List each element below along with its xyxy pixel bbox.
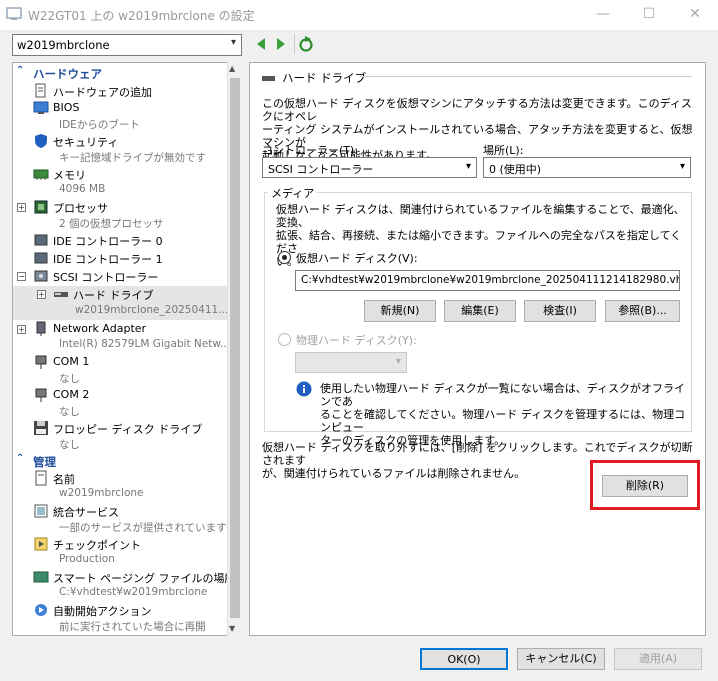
tree-item-add-hardware[interactable]: ハードウェアの追加 <box>13 83 227 99</box>
tree-item-scsi[interactable]: − SCSI コントローラー <box>13 268 227 284</box>
settings-tree: ⌃ ハードウェア ハードウェアの追加 BIOS IDEからのブート セキュリティ… <box>12 62 241 636</box>
auto-start-icon <box>33 602 49 618</box>
ide-controller-icon <box>33 232 49 248</box>
info-line: ることを確認してください。物理ハード ディスクを管理するには、物理コンピュー <box>320 408 686 434</box>
collapse-icon: ⌃ <box>16 453 25 464</box>
management-section-header[interactable]: ⌃ 管理 <box>13 453 227 469</box>
controller-value: SCSI コントローラー <box>268 163 374 176</box>
inspect-button[interactable]: 検査(I) <box>524 300 596 322</box>
chevron-down-icon: ▾ <box>679 161 685 172</box>
new-button[interactable]: 新規(N) <box>364 300 436 322</box>
shield-icon <box>33 133 49 149</box>
physical-disk-radio[interactable] <box>278 333 291 346</box>
controller-select[interactable]: SCSI コントローラー ▾ <box>262 157 477 178</box>
tree-item-floppy[interactable]: フロッピー ディスク ドライブ なし <box>13 420 227 452</box>
minimize-button[interactable]: — <box>580 0 626 30</box>
tree-item-security[interactable]: セキュリティ キー記憶域ドライブが無効です <box>13 133 227 165</box>
forward-arrow-icon[interactable] <box>274 36 288 52</box>
processor-icon <box>33 199 49 215</box>
tree-item-network-adapter[interactable]: + Network Adapter Intel(R) 82579LM Gigab… <box>13 321 230 353</box>
name-icon <box>33 470 49 486</box>
location-label: 場所(L): <box>483 144 524 157</box>
location-select[interactable]: 0 (使用中) ▾ <box>483 157 691 178</box>
tree-item-auto-start[interactable]: 自動開始アクション 前に実行されていた場合に再開 <box>13 602 227 634</box>
collapse-icon[interactable]: − <box>17 272 26 281</box>
refresh-icon[interactable] <box>294 34 316 54</box>
chevron-down-icon: ▾ <box>230 37 236 48</box>
ide-controller-icon <box>33 250 49 266</box>
physical-disk-select[interactable]: ▾ <box>295 352 407 373</box>
info-icon <box>296 381 312 397</box>
expand-icon[interactable]: + <box>17 203 26 212</box>
tree-item-ide-1[interactable]: IDE コントローラー 1 <box>13 250 227 266</box>
section-title: ハード ドライブ <box>282 71 367 85</box>
vm-selector-value: w2019mbrclone <box>17 38 110 52</box>
ok-button[interactable]: OK(O) <box>420 648 508 670</box>
network-adapter-icon <box>33 321 49 337</box>
cancel-button[interactable]: キャンセル(C) <box>517 648 605 670</box>
location-value: 0 (使用中) <box>489 163 542 176</box>
expand-icon[interactable]: + <box>37 290 46 299</box>
vm-selector[interactable]: w2019mbrclone ▾ <box>12 34 242 56</box>
controller-label: コントローラー(T): <box>262 144 359 157</box>
integration-services-icon <box>33 503 49 519</box>
tree-item-name[interactable]: 名前 w2019mbrclone <box>13 470 227 502</box>
physical-disk-label: 物理ハード ディスク(Y): <box>296 334 417 347</box>
tree-item-bios[interactable]: BIOS IDEからのブート <box>13 100 227 132</box>
smart-paging-icon <box>33 569 49 585</box>
tree-item-hard-drive[interactable]: + ハード ドライブ w2019mbrclone_20250411... <box>13 286 228 320</box>
close-button[interactable]: ✕ <box>672 0 718 30</box>
hard-drive-icon <box>262 72 276 81</box>
apply-button[interactable]: 適用(A) <box>614 648 702 670</box>
tree-item-smart-paging[interactable]: スマート ページング ファイルの場所 C:¥vhdtest¥w2019mbrcl… <box>13 569 235 601</box>
scroll-up-icon[interactable]: ▲ <box>229 64 235 73</box>
chevron-down-icon: ▾ <box>465 161 471 172</box>
tree-item-processor[interactable]: + プロセッサ 2 個の仮想プロセッサ <box>13 199 227 231</box>
com-port-icon <box>33 387 49 403</box>
floppy-icon <box>33 420 49 436</box>
vhd-label: 仮想ハード ディスク(V): <box>296 252 418 265</box>
tree-item-memory[interactable]: メモリ 4096 MB <box>13 166 227 198</box>
window-title: W22GT01 上の w2019mbrclone の設定 <box>28 9 255 23</box>
tree-item-ide-0[interactable]: IDE コントローラー 0 <box>13 232 227 248</box>
hardware-section-header[interactable]: ⌃ ハードウェア <box>13 65 227 81</box>
checkpoint-icon <box>33 536 49 552</box>
maximize-button[interactable]: ☐ <box>626 0 672 30</box>
tree-scrollbar-thumb[interactable] <box>230 78 240 618</box>
back-arrow-icon[interactable] <box>254 36 268 52</box>
dialog-footer <box>0 640 718 681</box>
memory-icon <box>33 166 49 182</box>
media-desc-line: 仮想ハード ディスクは、関連付けられているファイルを編集することで、最適化、変換… <box>276 203 685 229</box>
vhd-radio[interactable] <box>278 251 291 264</box>
vhd-path-input[interactable]: C:¥vhdtest¥w2019mbrclone¥w2019mbrclone_2… <box>295 270 680 291</box>
info-line: 使用したい物理ハード ディスクが一覧にない場合は、ディスクがオフラインであ <box>320 382 685 408</box>
tree-item-integration-services[interactable]: 統合サービス 一部のサービスが提供されています <box>13 503 227 535</box>
tree-item-checkpoint[interactable]: チェックポイント Production <box>13 536 227 568</box>
tree-item-com2[interactable]: COM 2 なし <box>13 387 227 419</box>
remove-button[interactable]: 削除(R) <box>602 475 688 497</box>
media-label: メディア <box>268 185 318 201</box>
scroll-down-icon[interactable]: ▼ <box>229 624 235 633</box>
app-icon <box>6 6 22 22</box>
divider <box>360 76 692 77</box>
collapse-icon: ⌃ <box>16 65 25 76</box>
com-port-icon <box>33 354 49 370</box>
intro-line: この仮想ハード ディスクを仮想マシンにアタッチする方法は変更できます。このディス… <box>262 97 692 123</box>
expand-icon[interactable]: + <box>17 325 26 334</box>
bios-icon <box>33 100 49 116</box>
chevron-down-icon: ▾ <box>395 356 401 367</box>
browse-button[interactable]: 参照(B)... <box>605 300 680 322</box>
hard-drive-icon <box>53 286 69 302</box>
edit-button[interactable]: 編集(E) <box>444 300 516 322</box>
scsi-controller-icon <box>33 268 49 284</box>
add-hardware-icon <box>33 83 49 99</box>
info-text: 使用したい物理ハード ディスクが一覧にない場合は、ディスクがオフラインであ るこ… <box>320 382 690 447</box>
tree-item-com1[interactable]: COM 1 なし <box>13 354 227 386</box>
